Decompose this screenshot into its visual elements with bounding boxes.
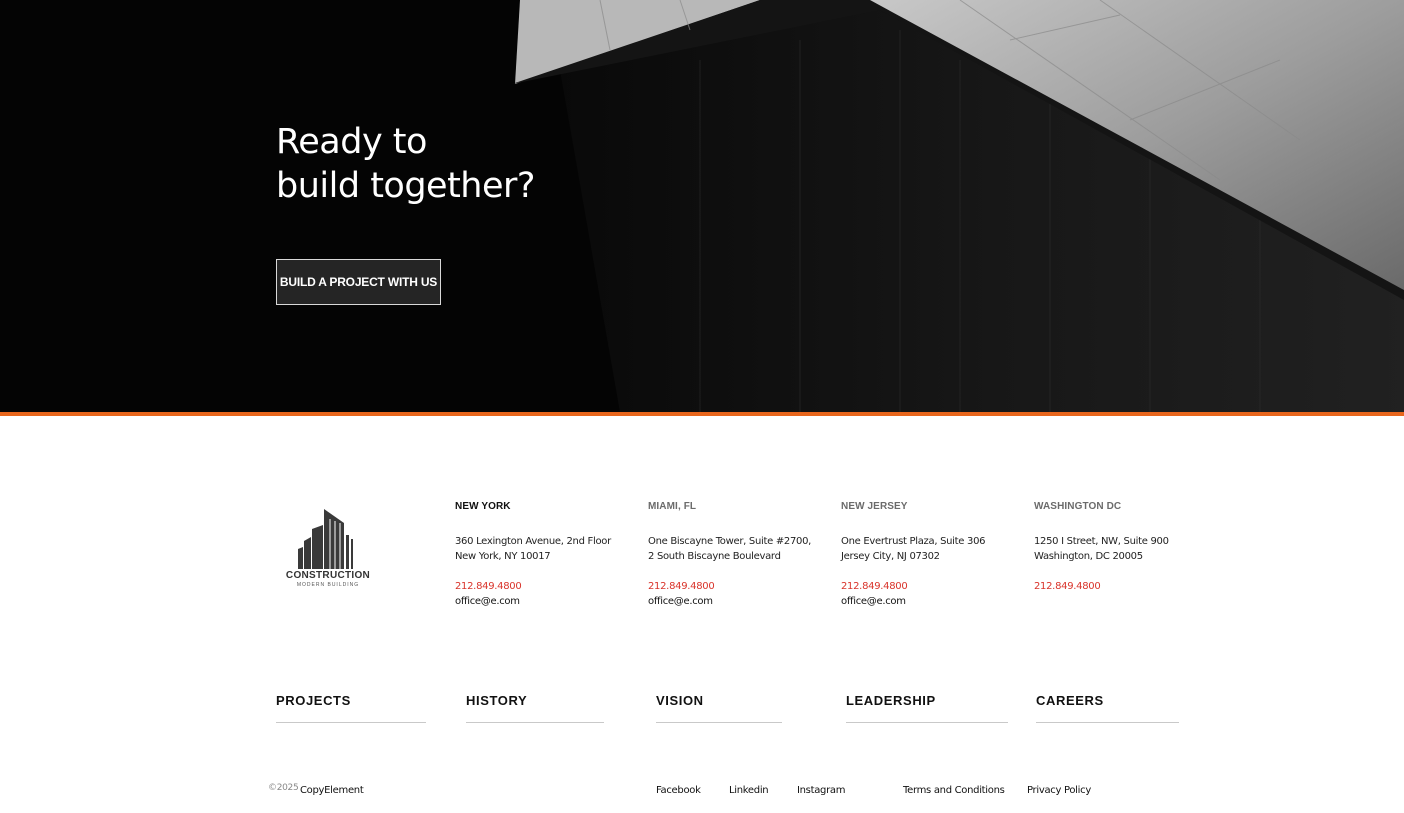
linkedin-link[interactable]: Linkedin [729,784,769,798]
office-new-jersey: NEW JERSEY One Evertrust Plaza, Suite 30… [841,500,1021,609]
office-city: WASHINGTON DC [1034,501,1122,512]
office-address-line2: Jersey City, NJ 07302 [841,551,940,562]
office-email-link[interactable]: office@e.com [455,594,635,609]
nav-vision[interactable]: VISION [656,692,782,723]
office-address-line1: One Evertrust Plaza, Suite 306 [841,536,986,547]
office-address: 360 Lexington Avenue, 2nd Floor New York… [455,534,635,564]
office-city: NEW JERSEY [841,501,908,512]
office-phone-link[interactable]: 212.849.4800 [455,579,635,594]
nav-careers[interactable]: CAREERS [1036,692,1179,723]
office-address: 1250 I Street, NW, Suite 900 Washington,… [1034,534,1214,564]
office-address-line2: Washington, DC 20005 [1034,551,1143,562]
copyright-name-link[interactable]: CopyElement [300,785,364,796]
architecture-background-image [0,0,1404,412]
office-phone-link[interactable]: 212.849.4800 [841,579,1021,594]
accent-divider [0,412,1404,416]
office-address-line2: New York, NY 10017 [455,551,551,562]
privacy-link[interactable]: Privacy Policy [1027,784,1091,798]
instagram-link[interactable]: Instagram [797,784,845,798]
hero-title-line2: build together? [276,166,535,206]
office-city: MIAMI, FL [648,501,697,512]
office-address-line2: 2 South Biscayne Boulevard [648,551,781,562]
office-city: NEW YORK [455,501,511,512]
office-phone-link[interactable]: 212.849.4800 [648,579,828,594]
office-washington-dc: WASHINGTON DC 1250 I Street, NW, Suite 9… [1034,500,1214,594]
office-address: One Biscayne Tower, Suite #2700, 2 South… [648,534,828,564]
office-email-link[interactable]: office@e.com [841,594,1021,609]
office-email-link[interactable]: office@e.com [648,594,828,609]
hero-title: Ready to build together? [276,120,535,208]
office-phone-link[interactable]: 212.849.4800 [1034,579,1214,594]
terms-link[interactable]: Terms and Conditions [903,784,1005,798]
nav-label: CAREERS [1036,693,1104,708]
cta-hero: Ready to build together? BUILD A PROJECT… [0,0,1404,412]
office-address-line1: 360 Lexington Avenue, 2nd Floor [455,536,611,547]
nav-history[interactable]: HISTORY [466,692,604,723]
nav-label: VISION [656,693,704,708]
company-logo[interactable]: CONSTRUCTION MODERN BUILDING [282,507,374,591]
office-address: One Evertrust Plaza, Suite 306 Jersey Ci… [841,534,1021,564]
office-miami: MIAMI, FL One Biscayne Tower, Suite #270… [648,500,828,609]
hero-title-line1: Ready to [276,122,427,162]
nav-label: HISTORY [466,693,528,708]
facebook-link[interactable]: Facebook [656,784,701,798]
office-address-line1: One Biscayne Tower, Suite #2700, [648,536,812,547]
office-address-line1: 1250 I Street, NW, Suite 900 [1034,536,1169,547]
office-new-york: NEW YORK 360 Lexington Avenue, 2nd Floor… [455,500,635,609]
nav-label: PROJECTS [276,693,351,708]
copyright-year: ©2025 [268,783,299,793]
build-project-button[interactable]: BUILD A PROJECT WITH US [276,259,441,305]
building-logo-icon [298,509,353,569]
logo-tagline: MODERN BUILDING [296,582,360,588]
nav-leadership[interactable]: LEADERSHIP [846,692,1008,723]
logo-wordmark: CONSTRUCTION [285,570,371,581]
nav-projects[interactable]: PROJECTS [276,692,426,723]
nav-label: LEADERSHIP [846,693,936,708]
